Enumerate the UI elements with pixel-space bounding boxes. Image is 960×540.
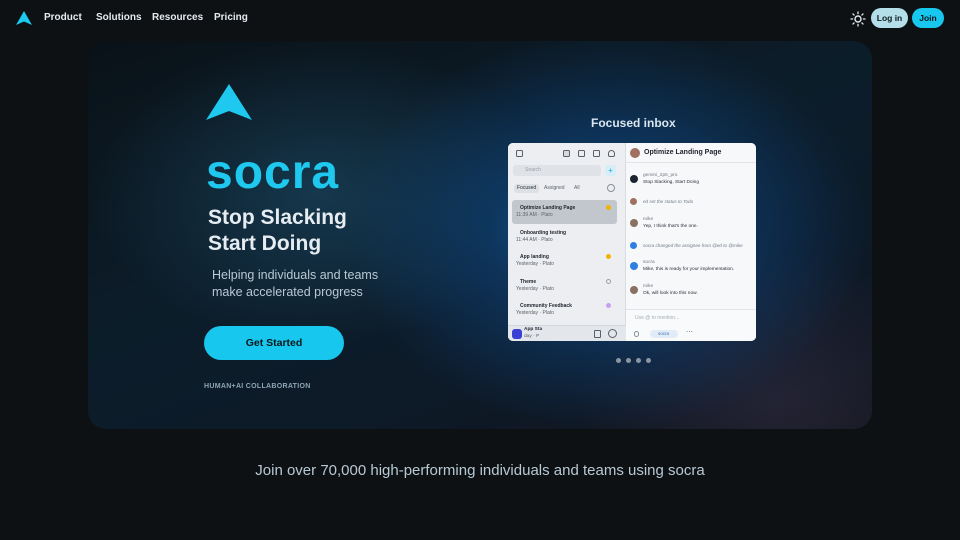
item-title: Onboarding testing xyxy=(520,230,567,236)
nav-link-resources[interactable]: Resources xyxy=(152,12,203,23)
brand-name: socra xyxy=(206,146,340,199)
more-icon: ⋯ xyxy=(686,329,693,336)
carousel-dot[interactable] xyxy=(616,358,621,363)
carousel-dot[interactable] xyxy=(626,358,631,363)
message-text: Yep, I think that's the one. xyxy=(643,224,698,229)
socra-icon xyxy=(630,242,637,249)
message-author: socra xyxy=(643,260,655,265)
plus-icon: + xyxy=(605,165,616,176)
status-dot-icon xyxy=(606,205,611,210)
message-author: gemini_2p5_pro xyxy=(643,173,678,178)
composer-input: Use @ to mention... xyxy=(635,315,680,321)
message-text: Stop Slacking, Start Doing xyxy=(643,180,699,185)
list-item: Onboarding testing 11:44 AM · Plato xyxy=(512,225,617,249)
get-started-button[interactable]: Get Started xyxy=(204,326,344,360)
avatar xyxy=(630,286,638,294)
avatar xyxy=(630,148,640,158)
filter-focused: Focused xyxy=(514,184,540,193)
item-meta: Yesterday · Plato xyxy=(516,286,554,292)
conversation-header: Optimize Landing Page xyxy=(626,143,756,163)
tagline: HUMAN+AI COLLABORATION xyxy=(204,383,311,390)
carousel-dot[interactable] xyxy=(636,358,641,363)
inbox-sidebar: Search + Focused Assigned All Optimize L… xyxy=(508,143,626,341)
attach-icon xyxy=(634,331,639,337)
top-nav: Product Solutions Resources Pricing Log … xyxy=(0,0,960,36)
conversation-panel: Optimize Landing Page gemini_2p5_pro Sto… xyxy=(626,143,756,341)
avatar xyxy=(630,175,638,183)
item-meta: Yesterday · Plato xyxy=(516,261,554,267)
list-item: App landing Yesterday · Plato xyxy=(512,249,617,273)
search-input: Search xyxy=(513,165,601,176)
hero-title-line-2: Start Doing xyxy=(208,232,322,255)
message-text: Ok, will look into this now. xyxy=(643,291,698,296)
item-title: Community Feedback xyxy=(520,303,572,309)
item-title: Theme xyxy=(520,279,537,285)
focused-inbox-label: Focused inbox xyxy=(591,116,676,130)
item-meta: day · P xyxy=(524,334,540,339)
system-message: socra changed the assignee from @ed to @… xyxy=(643,243,743,248)
app-preview: Search + Focused Assigned All Optimize L… xyxy=(508,143,756,341)
item-title: App landing xyxy=(520,254,549,260)
nav-link-solutions[interactable]: Solutions xyxy=(96,12,142,23)
filter-assigned: Assigned xyxy=(544,185,565,191)
hero-subtitle-line-2: make accelerated progress xyxy=(212,285,363,299)
login-button[interactable]: Log in xyxy=(871,8,908,28)
bell-icon xyxy=(608,150,615,157)
item-meta: 11:39 AM · Plato xyxy=(516,212,553,218)
carousel-dot[interactable] xyxy=(646,358,651,363)
folder-icon xyxy=(578,150,585,157)
hero-title: Stop Slacking Start Doing xyxy=(208,205,347,257)
item-title: Optimize Landing Page xyxy=(520,205,576,211)
social-proof-text: Join over 70,000 high-performing individ… xyxy=(255,462,705,479)
socra-icon xyxy=(630,262,638,270)
nav-link-product[interactable]: Product xyxy=(44,12,82,23)
filter-all: All xyxy=(574,185,580,191)
logo-icon[interactable] xyxy=(16,11,32,25)
join-button[interactable]: Join xyxy=(912,8,944,28)
item-meta: 11:44 AM · Plato xyxy=(516,237,553,243)
inbox-icon xyxy=(563,150,570,157)
nav-link-pricing[interactable]: Pricing xyxy=(214,12,248,23)
settings-icon xyxy=(607,184,615,192)
list-item: Community Feedback Yesterday · Plato xyxy=(512,298,617,322)
system-message: ed set the status to Todo xyxy=(643,199,694,204)
list-icon xyxy=(593,150,600,157)
avatar xyxy=(630,198,637,205)
carousel-dots xyxy=(616,350,656,368)
list-item: Theme Yesterday · Plato xyxy=(512,274,617,298)
conversation-title: Optimize Landing Page xyxy=(644,149,722,156)
item-title: App Sta xyxy=(524,327,543,332)
message-author: mike xyxy=(643,217,654,222)
hero-subtitle: Helping individuals and teams make accel… xyxy=(212,267,378,301)
trash-icon xyxy=(594,330,601,338)
workspace-avatar xyxy=(512,329,522,339)
message-text: Mike, this is ready for your implementat… xyxy=(643,267,735,272)
sidebar-bottom-bar: App Sta day · P xyxy=(508,325,626,341)
sidebar-toggle-icon xyxy=(516,150,523,157)
status-dot-icon xyxy=(606,279,611,284)
hero-subtitle-line-1: Helping individuals and teams xyxy=(212,268,379,282)
sun-icon[interactable] xyxy=(850,11,866,27)
list-item: Optimize Landing Page 11:39 AM · Plato xyxy=(512,200,617,224)
hero-panel: socra Stop Slacking Start Doing Helping … xyxy=(88,41,872,429)
hero-title-line-1: Stop Slacking xyxy=(208,206,347,229)
assignee-chip: socra xyxy=(650,330,678,338)
status-dot-icon xyxy=(606,254,611,259)
socra-logo-icon xyxy=(206,84,252,120)
item-meta: Yesterday · Plato xyxy=(516,310,554,316)
avatar xyxy=(630,219,638,227)
message-author: mike xyxy=(643,284,654,289)
status-dot-icon xyxy=(606,303,611,308)
message-composer: Use @ to mention... socra ⋯ xyxy=(626,309,756,341)
gear-icon xyxy=(608,329,617,338)
